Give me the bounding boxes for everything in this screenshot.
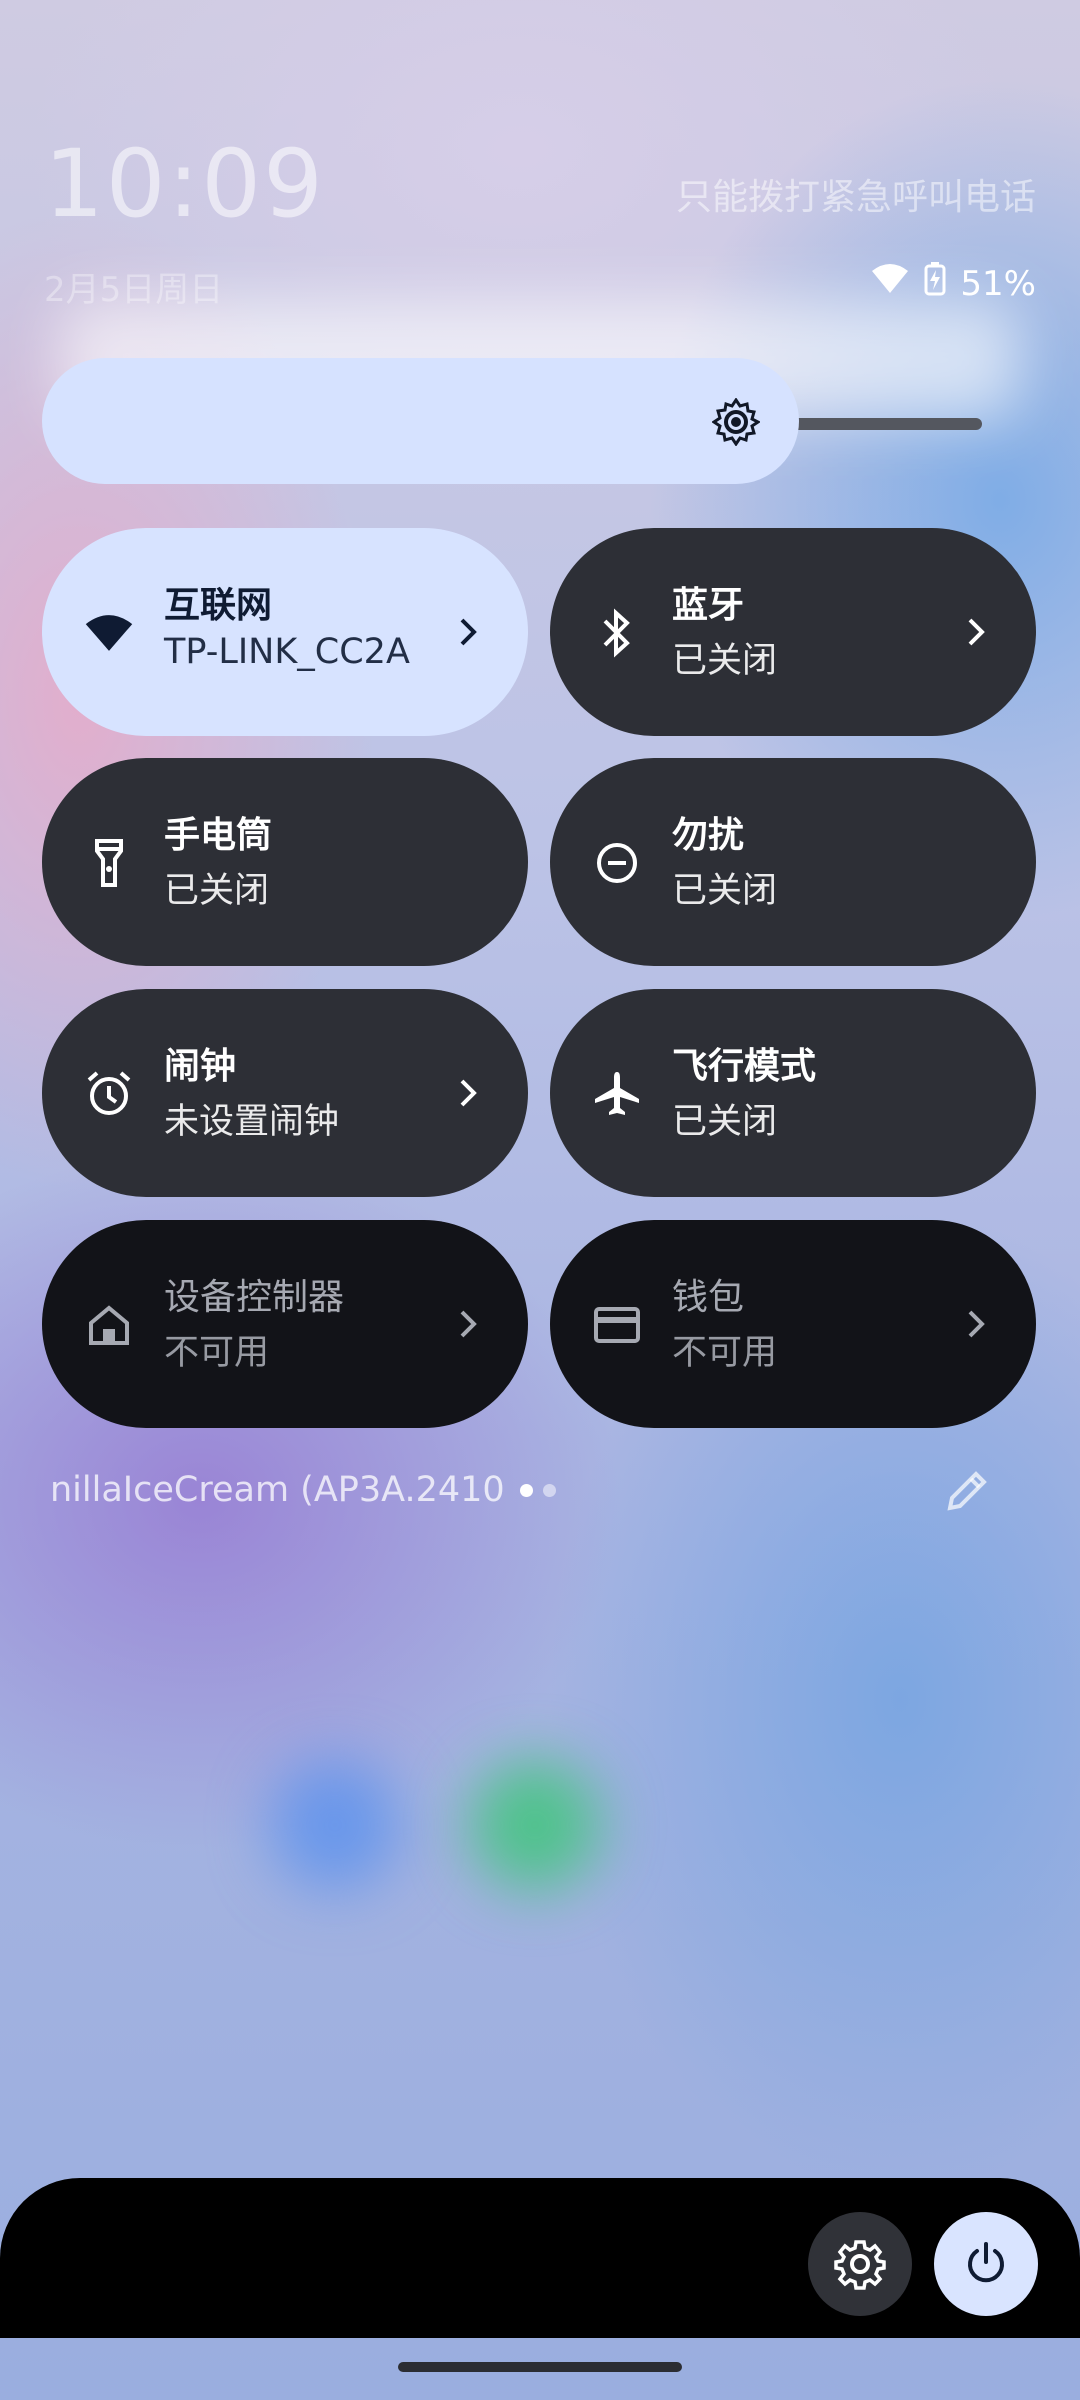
tile-alarm[interactable]: 闹钟 未设置闹钟 bbox=[42, 989, 528, 1197]
wallpaper-blob bbox=[470, 1760, 600, 1890]
tile-subtitle: 已关闭 bbox=[672, 641, 778, 681]
settings-button[interactable] bbox=[808, 2212, 912, 2316]
edit-pencil-icon[interactable] bbox=[944, 1468, 990, 1514]
chevron-right-icon[interactable] bbox=[956, 1302, 996, 1346]
tile-title: 飞行模式 bbox=[672, 1046, 817, 1087]
flashlight-icon bbox=[84, 838, 134, 888]
tile-subtitle: TP-LINK_CC2A bbox=[164, 632, 410, 672]
lockscreen-clock: 10:09 bbox=[44, 130, 325, 239]
tile-flashlight[interactable]: 手电筒 已关闭 bbox=[42, 758, 528, 966]
power-icon bbox=[968, 2242, 1004, 2283]
carrier-text: 只能拨打紧急呼叫电话 bbox=[675, 177, 1036, 218]
chevron-right-icon[interactable] bbox=[448, 610, 488, 654]
tile-title: 蓝牙 bbox=[672, 585, 745, 626]
build-number[interactable]: nillaIceCream (AP3A.2410 bbox=[50, 1470, 510, 1510]
wallet-icon bbox=[592, 1300, 642, 1350]
tile-title: 互联网 bbox=[164, 585, 273, 626]
tile-title: 闹钟 bbox=[164, 1046, 237, 1087]
battery-charging-icon bbox=[924, 262, 946, 305]
tile-title: 设备控制器 bbox=[164, 1277, 345, 1318]
brightness-slider[interactable] bbox=[42, 358, 799, 484]
airplane-icon bbox=[592, 1069, 642, 1119]
tile-device-controls[interactable]: 设备控制器 不可用 bbox=[42, 1220, 528, 1428]
bottom-action-bar bbox=[0, 2178, 1080, 2338]
chevron-right-icon[interactable] bbox=[956, 610, 996, 654]
wifi-icon bbox=[84, 608, 134, 658]
home-indicator[interactable] bbox=[398, 2362, 682, 2372]
bluetooth-icon bbox=[592, 608, 642, 658]
status-icons: 51% bbox=[870, 262, 1036, 305]
gear-icon bbox=[834, 2240, 886, 2290]
tile-title: 勿扰 bbox=[672, 815, 745, 856]
wallpaper-blob bbox=[270, 1760, 400, 1890]
tile-wallet[interactable]: 钱包 不可用 bbox=[550, 1220, 1036, 1428]
alarm-icon bbox=[84, 1069, 134, 1119]
home-icon bbox=[84, 1300, 134, 1350]
brightness-icon bbox=[712, 398, 760, 446]
tile-subtitle: 未设置闹钟 bbox=[164, 1102, 340, 1142]
wifi-icon bbox=[870, 263, 910, 304]
tile-subtitle: 已关闭 bbox=[164, 871, 270, 911]
page-indicator bbox=[520, 1484, 556, 1497]
tile-title: 手电筒 bbox=[164, 815, 273, 856]
chevron-right-icon[interactable] bbox=[448, 1071, 488, 1115]
tile-title: 钱包 bbox=[672, 1277, 745, 1318]
tile-bluetooth[interactable]: 蓝牙 已关闭 bbox=[550, 528, 1036, 736]
tile-internet[interactable]: 互联网 TP-LINK_CC2A bbox=[42, 528, 528, 736]
tile-airplane-mode[interactable]: 飞行模式 已关闭 bbox=[550, 989, 1036, 1197]
battery-percent: 51% bbox=[960, 263, 1036, 304]
tile-subtitle: 不可用 bbox=[672, 1333, 778, 1373]
tile-do-not-disturb[interactable]: 勿扰 已关闭 bbox=[550, 758, 1036, 966]
page-dot-active bbox=[520, 1484, 533, 1497]
chevron-right-icon[interactable] bbox=[448, 1302, 488, 1346]
do-not-disturb-icon bbox=[592, 838, 642, 888]
lockscreen-date: 2月5日周日 bbox=[44, 270, 224, 310]
page-dot bbox=[543, 1484, 556, 1497]
power-button[interactable] bbox=[934, 2212, 1038, 2316]
tile-subtitle: 已关闭 bbox=[672, 871, 778, 911]
tile-subtitle: 已关闭 bbox=[672, 1102, 778, 1142]
tile-subtitle: 不可用 bbox=[164, 1333, 270, 1373]
